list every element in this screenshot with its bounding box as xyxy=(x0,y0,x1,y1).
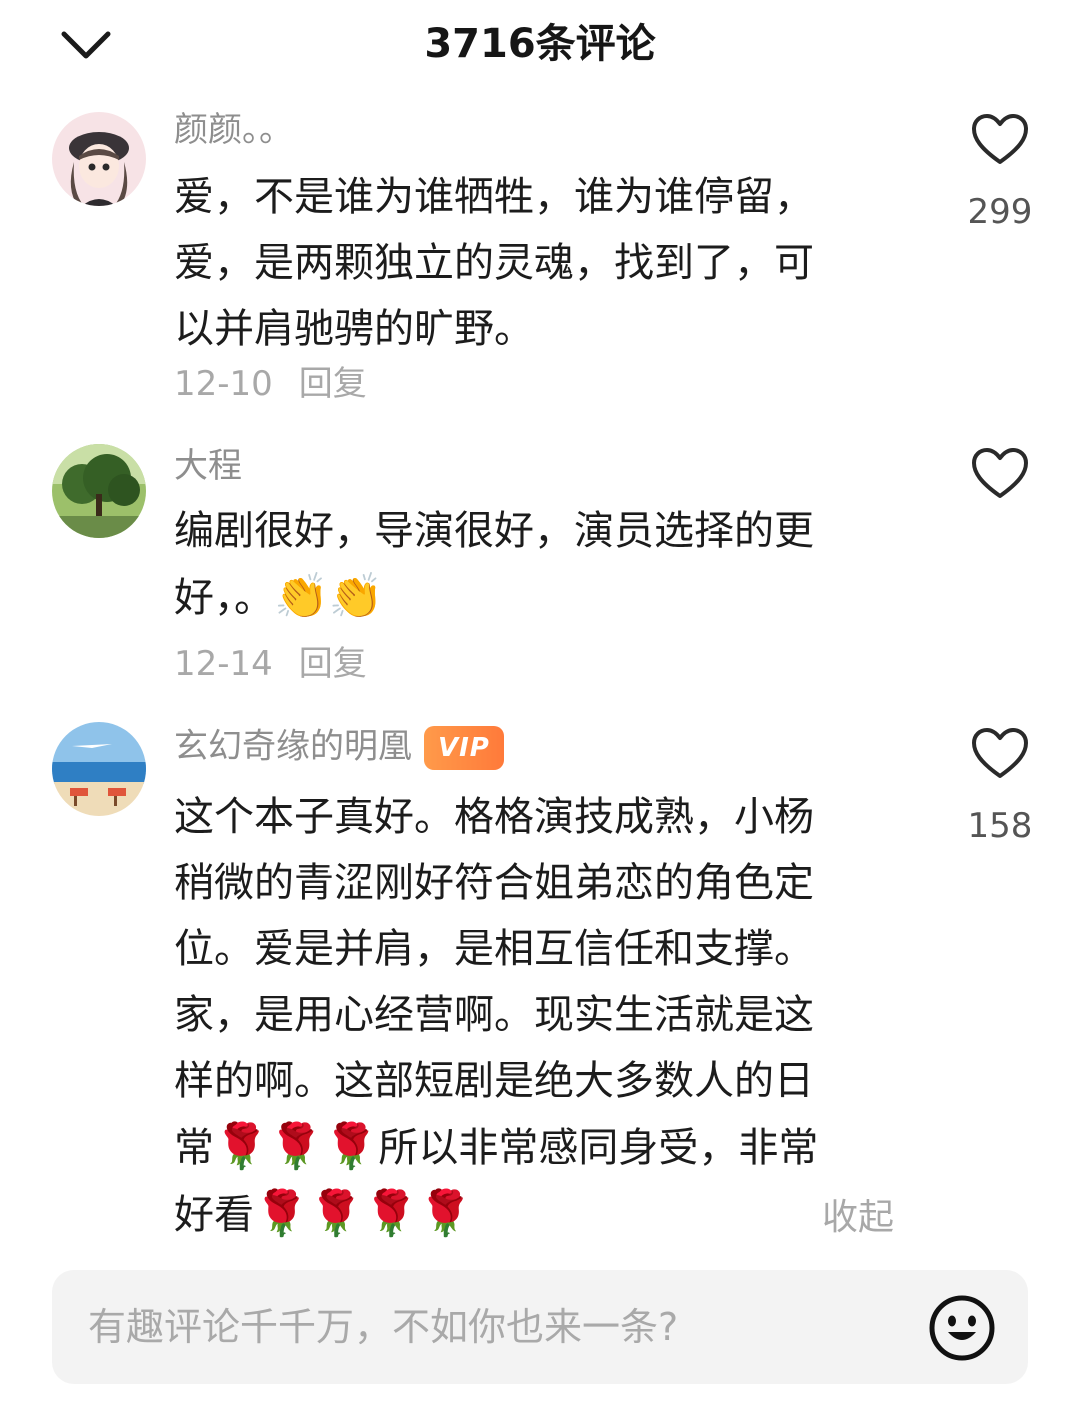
heart-outline-icon xyxy=(972,728,1028,778)
like-count: 299 xyxy=(967,192,1033,232)
comment-username: 玄幻奇缘的明凰 VIP xyxy=(174,726,504,770)
header: 3716条评论 xyxy=(0,0,1080,90)
rose-emoji: 🌹🌹🌹 xyxy=(214,1121,379,1172)
comment-meta: 12-10 回复 xyxy=(174,364,367,404)
collapse-text-button[interactable]: 收起 xyxy=(822,1196,894,1240)
avatar-tree-photo xyxy=(52,444,146,538)
comment-text: 爱，不是谁为谁牺牲，谁为谁停留， 爱，是两颗独立的灵魂，找到了，可 以并肩驰骋的… xyxy=(174,174,814,352)
avatar[interactable] xyxy=(52,444,146,538)
page-title: 3716条评论 xyxy=(424,21,656,67)
comment-text-body: 编剧很好，导演很好，演员选择的更 好，。 xyxy=(174,508,814,621)
avatar[interactable] xyxy=(52,112,146,206)
comment-date: 12-14 xyxy=(174,644,273,684)
vip-badge: VIP xyxy=(424,726,504,770)
rose-emoji: 🌹🌹🌹🌹 xyxy=(254,1188,474,1239)
like-button[interactable] xyxy=(970,112,1030,168)
emoji-picker-button[interactable] xyxy=(928,1294,996,1362)
comment-meta: 12-14 回复 xyxy=(174,644,367,684)
comment-username[interactable]: 颜颜。。 xyxy=(174,110,293,150)
username-text[interactable]: 玄幻奇缘的明凰 xyxy=(174,727,412,767)
reply-button[interactable]: 回复 xyxy=(299,644,367,684)
comment-input-bar[interactable]: 有趣评论千千万，不如你也来一条? xyxy=(52,1270,1028,1384)
comment-date: 12-10 xyxy=(174,364,273,404)
heart-outline-icon xyxy=(972,114,1028,164)
avatar-beach-photo xyxy=(52,722,146,816)
avatar[interactable] xyxy=(52,722,146,816)
reply-button[interactable]: 回复 xyxy=(299,364,367,404)
comment-username[interactable]: 大程 xyxy=(174,446,242,486)
comment-text-body: 这个本子真好。格格演技成熟，小杨 稍微的青涩刚好符合姐弟恋的角色定 位。爱是并肩… xyxy=(174,794,814,1171)
like-button[interactable] xyxy=(970,446,1030,502)
avatar-girl-illustration xyxy=(52,112,146,206)
comment-input-placeholder: 有趣评论千千万，不如你也来一条? xyxy=(88,1305,679,1349)
clapping-emoji: 👏👏 xyxy=(274,571,384,622)
like-button[interactable] xyxy=(970,726,1030,782)
smiley-icon xyxy=(929,1295,995,1361)
comment-text: 编剧很好，导演很好，演员选择的更 好，。👏👏 xyxy=(174,498,894,631)
comment-text: 这个本子真好。格格演技成熟，小杨 稍微的青涩刚好符合姐弟恋的角色定 位。爱是并肩… xyxy=(174,784,894,1248)
like-count: 158 xyxy=(967,806,1033,846)
heart-outline-icon xyxy=(972,448,1028,498)
